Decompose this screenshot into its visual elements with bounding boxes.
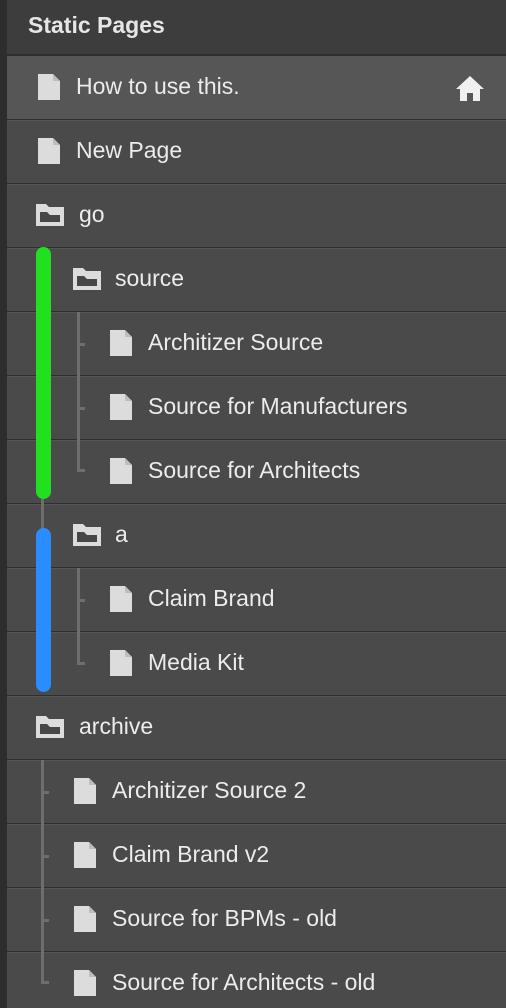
page-item-architizer-source-2[interactable]: Architizer Source 2 (7, 759, 506, 823)
tree-tick (77, 407, 85, 410)
page-item-source-for-architects-old[interactable]: Source for Architects - old (7, 951, 506, 1008)
page-item-label: Architizer Source (148, 329, 324, 355)
page-item-label: How to use this. (76, 73, 240, 99)
panel-header: Static Pages (7, 0, 506, 55)
folder-icon (73, 524, 101, 546)
document-icon (110, 650, 132, 676)
page-item-claim-brand-v2[interactable]: Claim Brand v2 (7, 823, 506, 887)
folder-icon (36, 204, 64, 226)
page-item-label: Source for Architects (148, 457, 361, 483)
home-icon[interactable] (455, 74, 485, 102)
tree-connector-source (77, 312, 80, 472)
document-icon (38, 74, 60, 100)
folder-item-label: source (115, 265, 185, 291)
document-icon (74, 970, 96, 996)
folder-item-a[interactable]: a (7, 503, 506, 567)
tree-tick (77, 343, 85, 346)
tree-tick (41, 919, 49, 922)
tree-tick (77, 469, 85, 472)
page-item-new-page[interactable]: New Page (7, 119, 506, 183)
tree-tick (77, 599, 85, 602)
page-item-label: Claim Brand (148, 585, 275, 611)
document-icon (38, 138, 60, 164)
group-marker-a[interactable] (36, 528, 51, 692)
group-marker-source[interactable] (36, 247, 51, 499)
page-item-source-for-bpms-old[interactable]: Source for BPMs - old (7, 887, 506, 951)
folder-item-source[interactable]: source (7, 247, 506, 311)
folder-item-go[interactable]: go (7, 183, 506, 247)
page-item-label: Architizer Source 2 (112, 777, 307, 803)
tree-tick (77, 662, 85, 665)
page-item-label: Media Kit (148, 649, 244, 675)
tree-tick (41, 981, 49, 984)
document-icon (110, 330, 132, 356)
static-pages-panel: Static Pages How to use this. New Page g… (7, 0, 506, 1008)
page-item-label: Source for Architects - old (112, 969, 376, 995)
folder-icon (73, 268, 101, 290)
tree-tick (41, 791, 49, 794)
folder-item-label: go (79, 201, 105, 227)
page-item-label: New Page (76, 137, 183, 163)
tree-tick (41, 855, 49, 858)
page-item-label: Source for Manufacturers (148, 393, 408, 419)
page-item-label: Claim Brand v2 (112, 841, 270, 867)
document-icon (74, 778, 96, 804)
document-icon (110, 458, 132, 484)
folder-item-archive[interactable]: archive (7, 695, 506, 759)
tree-connector-a (77, 568, 80, 665)
document-icon (110, 586, 132, 612)
page-item-how-to-use[interactable]: How to use this. (7, 55, 506, 119)
folder-item-label: a (115, 521, 128, 547)
document-icon (110, 394, 132, 420)
folder-icon (36, 716, 64, 738)
page-item-label: Source for BPMs - old (112, 905, 337, 931)
folder-item-label: archive (79, 713, 154, 739)
panel-title: Static Pages (28, 12, 165, 38)
document-icon (74, 842, 96, 868)
document-icon (74, 906, 96, 932)
